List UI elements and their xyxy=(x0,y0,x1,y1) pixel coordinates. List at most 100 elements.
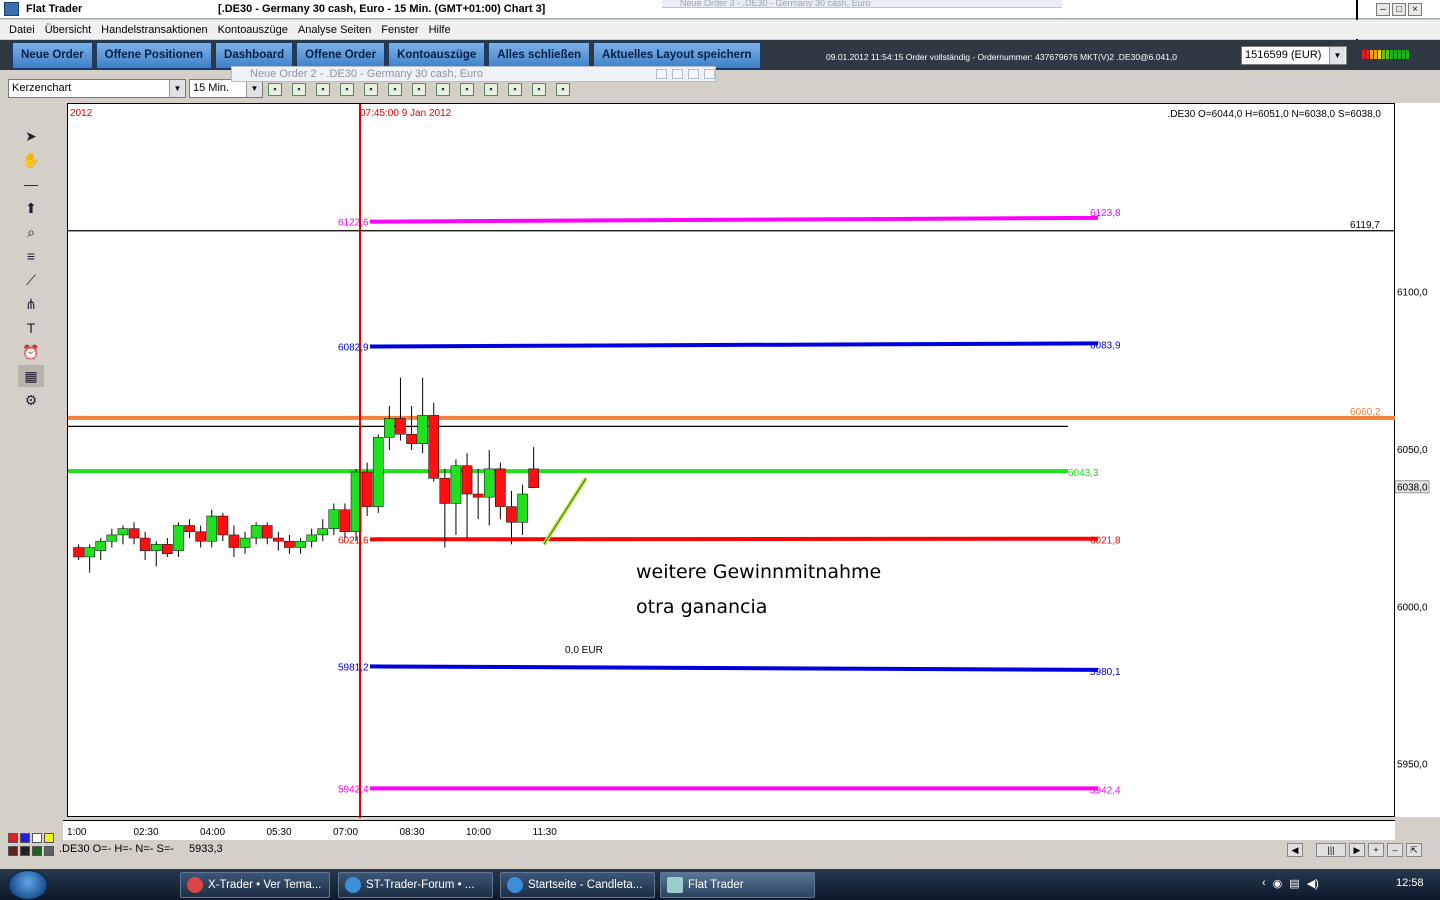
refresh-icon[interactable]: ▪ xyxy=(484,83,498,96)
taskbar-item-startseite[interactable]: Startseite - Candleta... xyxy=(500,872,655,898)
line-icon[interactable]: — xyxy=(18,173,44,195)
toolbar-button-5[interactable]: Alles schließen xyxy=(488,41,591,69)
level-label-right: 6060,2 xyxy=(1350,407,1381,418)
color-swatch[interactable] xyxy=(44,846,54,856)
maximize-icon[interactable] xyxy=(672,69,683,79)
toolbar-button-0[interactable]: Neue Order xyxy=(12,41,93,69)
toolbar-button-6[interactable]: Aktuelles Layout speichern xyxy=(593,41,761,69)
network-icon[interactable]: ▤ xyxy=(1289,877,1299,890)
menu-item-1[interactable]: Übersicht xyxy=(40,24,96,36)
scroll-thumb[interactable]: ||| xyxy=(1316,843,1346,857)
settings-icon[interactable]: ⚙ xyxy=(18,389,44,411)
arrow-up-icon[interactable]: ⬆ xyxy=(18,197,44,219)
chrome-tray-icon[interactable]: ◉ xyxy=(1273,877,1283,890)
chart-plot-area[interactable]: 2012 07:45:00 9 Jan 2012 .DE30 O=6044,0 … xyxy=(67,103,1396,818)
indicator-icon[interactable]: ▪ xyxy=(292,83,306,96)
minimize-icon[interactable] xyxy=(656,69,667,79)
chevron-down-icon[interactable]: ▼ xyxy=(1329,47,1345,64)
drawing-tools: ➤ ✋ — ⬆ ⌕ ≡ ⟋ ⋔ T ⏰ ▦ ⚙ xyxy=(18,125,46,413)
filter-icon[interactable]: ▪ xyxy=(316,83,330,96)
menu-item-6[interactable]: Hilfe xyxy=(424,24,456,36)
calculator-icon[interactable]: ▦ xyxy=(18,365,44,387)
taskbar-item-xtrader[interactable]: X-Trader • Ver Tema... xyxy=(180,872,330,898)
signal-meter xyxy=(1362,50,1409,59)
order-window-title[interactable]: Neue Order 2 - .DE30 - Germany 30 cash, … xyxy=(231,66,716,82)
taskbar-clock: 12:58 xyxy=(1396,877,1424,889)
color-swatch[interactable] xyxy=(8,846,18,856)
close-icon[interactable] xyxy=(704,69,715,79)
x-tick-label: 1:00 xyxy=(67,827,87,838)
flattrader-icon xyxy=(667,877,683,893)
color-swatch[interactable] xyxy=(32,846,42,856)
doc-icon[interactable]: ▪ xyxy=(460,83,474,96)
fib-icon[interactable]: ≡ xyxy=(18,245,44,267)
pointer-icon[interactable]: ➤ xyxy=(18,125,44,147)
chevron-left-icon[interactable]: ‹ xyxy=(1262,877,1266,890)
bottom-value: 5933,3 xyxy=(189,843,223,855)
bottom-ohlc-info: .DE30 O=- H=- N=- S=- 5933,3 xyxy=(59,843,223,855)
marker-time: 07:45:00 9 Jan 2012 xyxy=(360,108,452,119)
toolbar-button-4[interactable]: Kontoauszüge xyxy=(388,41,486,69)
candle-body xyxy=(395,418,406,435)
close-icon[interactable]: × xyxy=(1408,3,1422,16)
candle-body xyxy=(150,544,162,551)
hand-icon[interactable]: ✋ xyxy=(18,149,44,171)
y-tick-label: 6050,0 xyxy=(1397,445,1428,456)
zoom-out-icon[interactable]: – xyxy=(1387,843,1403,857)
text-icon[interactable]: T xyxy=(18,317,44,339)
scroll-left-icon[interactable]: ◀ xyxy=(1287,843,1303,857)
signal-bar xyxy=(1378,50,1381,59)
x-tick-label: 07:00 xyxy=(333,827,358,838)
fit-icon[interactable]: ⇱ xyxy=(1406,843,1422,857)
alarm-icon[interactable]: ⏰ xyxy=(18,341,44,363)
menu-item-5[interactable]: Fenster xyxy=(376,24,423,36)
menu-item-4[interactable]: Analyse Seiten xyxy=(293,24,376,36)
menu-item-0[interactable]: Datei xyxy=(4,24,40,36)
maximize-icon[interactable] xyxy=(688,69,699,79)
minimize-icon[interactable]: – xyxy=(1376,3,1390,16)
signal-bar xyxy=(1394,50,1397,59)
candle-body xyxy=(84,547,95,558)
chart-type-select[interactable]: Kerzenchart xyxy=(8,79,186,98)
candles xyxy=(73,377,539,573)
color-swatch[interactable] xyxy=(20,833,30,843)
ie-icon xyxy=(507,877,523,893)
color-swatch[interactable] xyxy=(44,833,54,843)
toolbar-button-2[interactable]: Dashboard xyxy=(215,41,294,69)
candle-body xyxy=(139,537,151,551)
taskbar-item-forum[interactable]: ST-Trader-Forum • ... xyxy=(338,872,493,898)
scroll-right-icon[interactable]: ▶ xyxy=(1349,843,1365,857)
maximize-icon[interactable]: □ xyxy=(1392,3,1406,16)
menu-item-2[interactable]: Handelstransaktionen xyxy=(96,24,212,36)
toolbar-button-3[interactable]: Offene Order xyxy=(296,41,386,69)
check-icon[interactable]: ▪ xyxy=(364,83,378,96)
compare-icon[interactable]: ▪ xyxy=(268,83,282,96)
candle-body xyxy=(273,537,284,542)
export-icon[interactable]: ▪ xyxy=(556,83,570,96)
color-swatch[interactable] xyxy=(20,846,30,856)
color-swatches[interactable] xyxy=(8,833,56,859)
chevron-down-icon[interactable]: ▼ xyxy=(246,80,262,97)
export-icon[interactable]: ▪ xyxy=(532,83,546,96)
trendline-icon[interactable]: ⟋ xyxy=(18,269,44,291)
candle-body xyxy=(461,465,473,495)
menu-item-3[interactable]: Kontoauszüge xyxy=(213,24,293,36)
volume-icon[interactable]: ◀) xyxy=(1307,877,1319,890)
start-button[interactable] xyxy=(8,870,48,900)
chevron-down-icon[interactable]: ▼ xyxy=(169,80,185,97)
taskbar-item-flattrader[interactable]: Flat Trader xyxy=(660,872,815,898)
zoom-in-icon[interactable]: + xyxy=(1368,843,1384,857)
color-swatch[interactable] xyxy=(8,833,18,843)
check-icon[interactable]: ▪ xyxy=(388,83,402,96)
doc-icon[interactable]: ▪ xyxy=(436,83,450,96)
color-swatch[interactable] xyxy=(32,833,42,843)
export-icon[interactable]: ▪ xyxy=(508,83,522,96)
chart-icon[interactable]: ▪ xyxy=(340,83,354,96)
pl-label: 0,0 EUR xyxy=(565,645,603,656)
doc-icon[interactable]: ▪ xyxy=(412,83,426,96)
toolbar-button-1[interactable]: Offene Positionen xyxy=(95,41,213,69)
pitchfork-icon[interactable]: ⋔ xyxy=(18,293,44,315)
level-label-left: 6122,6 xyxy=(338,218,369,229)
candle-body xyxy=(195,531,206,542)
zoom-icon[interactable]: ⌕ xyxy=(18,221,44,243)
